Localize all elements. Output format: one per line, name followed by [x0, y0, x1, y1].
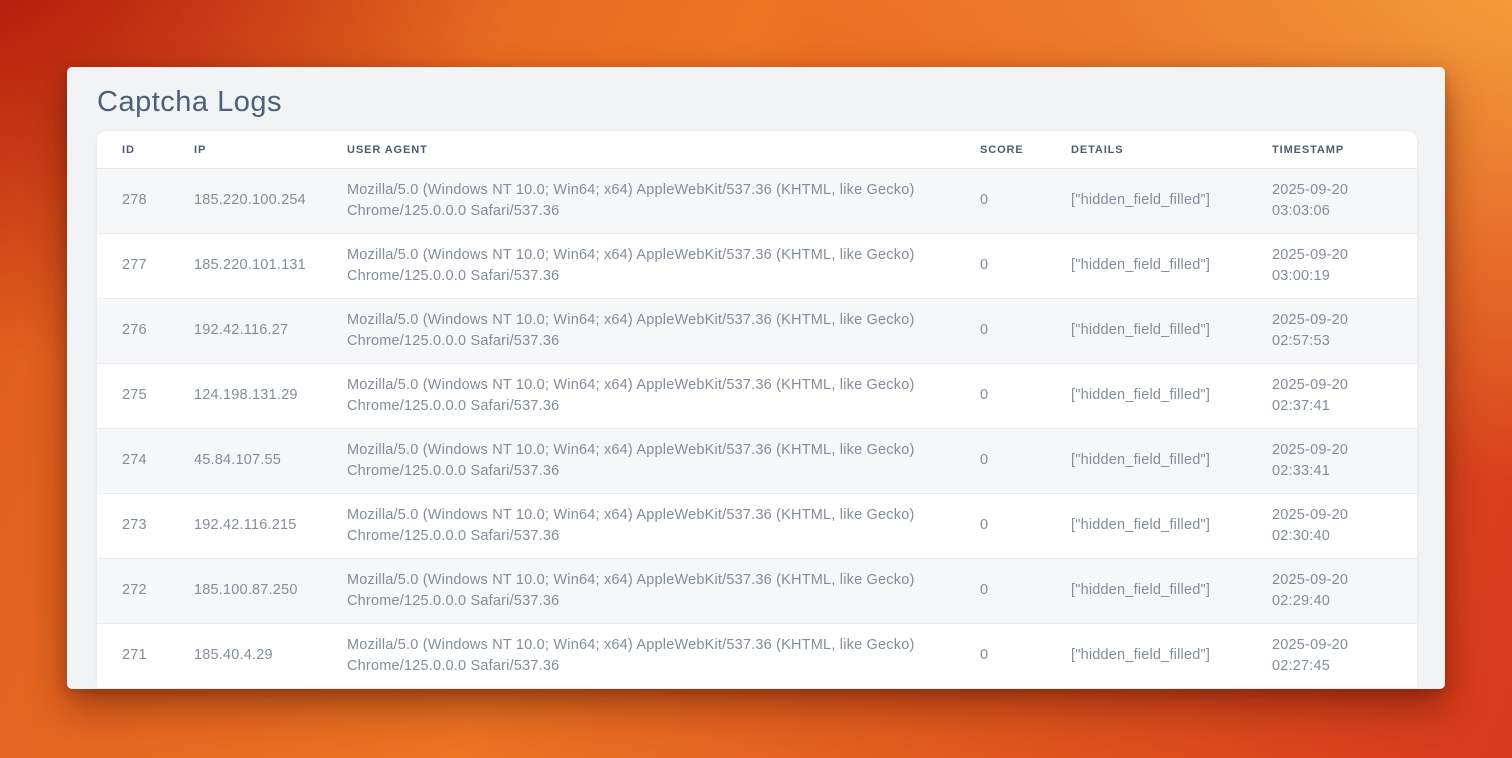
cell-score: 0: [980, 494, 1071, 559]
cell-score: 0: [980, 559, 1071, 624]
column-header-id: ID: [97, 131, 194, 169]
cell-id: 273: [97, 494, 194, 559]
cell-score: 0: [980, 299, 1071, 364]
cell-details: ["hidden_field_filled"]: [1071, 169, 1272, 234]
cell-timestamp: 2025-09-20 02:29:40: [1272, 559, 1417, 624]
cell-details: ["hidden_field_filled"]: [1071, 234, 1272, 299]
logs-table-container: ID IP USER AGENT SCORE DETAILS TIMESTAMP…: [97, 131, 1417, 689]
page-background: { "page": { "title": "Captcha Logs" }, "…: [0, 0, 1512, 758]
cell-id: 272: [97, 559, 194, 624]
cell-ip: 45.84.107.55: [194, 429, 347, 494]
cell-id: 278: [97, 169, 194, 234]
cell-id: 277: [97, 234, 194, 299]
table-row: 275124.198.131.29Mozilla/5.0 (Windows NT…: [97, 364, 1417, 429]
table-row: 273192.42.116.215Mozilla/5.0 (Windows NT…: [97, 494, 1417, 559]
cell-timestamp: 2025-09-20 02:37:41: [1272, 364, 1417, 429]
table-row: 278185.220.100.254Mozilla/5.0 (Windows N…: [97, 169, 1417, 234]
cell-timestamp: 2025-09-20 03:03:06: [1272, 169, 1417, 234]
cell-ip: 185.220.101.131: [194, 234, 347, 299]
cell-id: 274: [97, 429, 194, 494]
table-body: 278185.220.100.254Mozilla/5.0 (Windows N…: [97, 169, 1417, 689]
cell-timestamp: 2025-09-20 02:30:40: [1272, 494, 1417, 559]
cell-score: 0: [980, 429, 1071, 494]
table-row: 27445.84.107.55Mozilla/5.0 (Windows NT 1…: [97, 429, 1417, 494]
table-row: 276192.42.116.27Mozilla/5.0 (Windows NT …: [97, 299, 1417, 364]
cell-user-agent: Mozilla/5.0 (Windows NT 10.0; Win64; x64…: [347, 169, 980, 234]
cell-timestamp: 2025-09-20 02:27:45: [1272, 624, 1417, 689]
cell-score: 0: [980, 169, 1071, 234]
cell-user-agent: Mozilla/5.0 (Windows NT 10.0; Win64; x64…: [347, 234, 980, 299]
cell-id: 275: [97, 364, 194, 429]
table-row: 277185.220.101.131Mozilla/5.0 (Windows N…: [97, 234, 1417, 299]
column-header-timestamp: TIMESTAMP: [1272, 131, 1417, 169]
cell-user-agent: Mozilla/5.0 (Windows NT 10.0; Win64; x64…: [347, 494, 980, 559]
cell-user-agent: Mozilla/5.0 (Windows NT 10.0; Win64; x64…: [347, 624, 980, 689]
cell-score: 0: [980, 234, 1071, 299]
cell-timestamp: 2025-09-20 03:00:19: [1272, 234, 1417, 299]
page-title: Captcha Logs: [97, 81, 1415, 124]
cell-score: 0: [980, 364, 1071, 429]
cell-details: ["hidden_field_filled"]: [1071, 364, 1272, 429]
table-header-row: ID IP USER AGENT SCORE DETAILS TIMESTAMP: [97, 131, 1417, 169]
cell-score: 0: [980, 624, 1071, 689]
column-header-score: SCORE: [980, 131, 1071, 169]
cell-user-agent: Mozilla/5.0 (Windows NT 10.0; Win64; x64…: [347, 299, 980, 364]
cell-details: ["hidden_field_filled"]: [1071, 429, 1272, 494]
logs-table: ID IP USER AGENT SCORE DETAILS TIMESTAMP…: [97, 131, 1417, 689]
table-row: 271185.40.4.29Mozilla/5.0 (Windows NT 10…: [97, 624, 1417, 689]
cell-ip: 185.40.4.29: [194, 624, 347, 689]
cell-timestamp: 2025-09-20 02:57:53: [1272, 299, 1417, 364]
cell-ip: 185.220.100.254: [194, 169, 347, 234]
column-header-user-agent: USER AGENT: [347, 131, 980, 169]
cell-details: ["hidden_field_filled"]: [1071, 559, 1272, 624]
cell-details: ["hidden_field_filled"]: [1071, 299, 1272, 364]
cell-ip: 124.198.131.29: [194, 364, 347, 429]
table-row: 272185.100.87.250Mozilla/5.0 (Windows NT…: [97, 559, 1417, 624]
cell-ip: 192.42.116.27: [194, 299, 347, 364]
column-header-details: DETAILS: [1071, 131, 1272, 169]
cell-id: 271: [97, 624, 194, 689]
cell-user-agent: Mozilla/5.0 (Windows NT 10.0; Win64; x64…: [347, 429, 980, 494]
cell-details: ["hidden_field_filled"]: [1071, 494, 1272, 559]
cell-id: 276: [97, 299, 194, 364]
cell-timestamp: 2025-09-20 02:33:41: [1272, 429, 1417, 494]
cell-ip: 185.100.87.250: [194, 559, 347, 624]
cell-ip: 192.42.116.215: [194, 494, 347, 559]
cell-user-agent: Mozilla/5.0 (Windows NT 10.0; Win64; x64…: [347, 364, 980, 429]
column-header-ip: IP: [194, 131, 347, 169]
captcha-logs-card: Captcha Logs ID IP USER AGENT SCORE DETA…: [67, 67, 1445, 689]
cell-user-agent: Mozilla/5.0 (Windows NT 10.0; Win64; x64…: [347, 559, 980, 624]
table-header: ID IP USER AGENT SCORE DETAILS TIMESTAMP: [97, 131, 1417, 169]
cell-details: ["hidden_field_filled"]: [1071, 624, 1272, 689]
